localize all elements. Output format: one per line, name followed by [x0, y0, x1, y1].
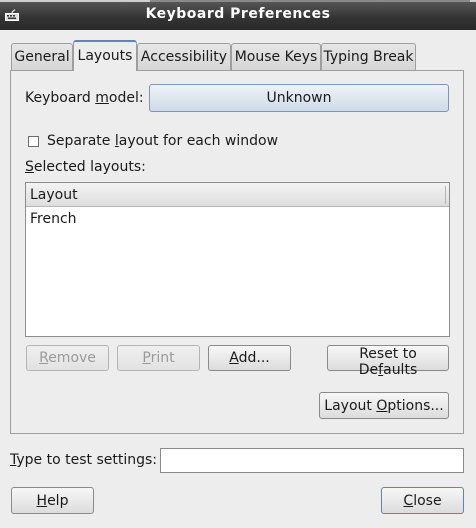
keyboard-model-value: Unknown	[266, 90, 332, 106]
close-button[interactable]: Close	[381, 487, 464, 514]
remove-button[interactable]: Remove	[26, 345, 109, 371]
add-button[interactable]: Add...	[208, 345, 291, 371]
keyboard-model-button[interactable]: Unknown	[149, 84, 449, 112]
keyboard-preferences-window: Keyboard Preferences General Layouts Acc…	[0, 0, 476, 528]
list-item[interactable]: French	[30, 211, 77, 227]
test-settings-label: Type to test settings:	[10, 452, 157, 468]
keyboard-model-label: Keyboard model:	[25, 90, 144, 106]
layouts-content: Keyboard model: Unknown Separate layout …	[0, 0, 476, 528]
test-settings-input[interactable]	[160, 448, 464, 473]
selected-layouts-label: Selected layouts:	[25, 159, 146, 175]
help-button[interactable]: Help	[11, 487, 94, 514]
print-button[interactable]: Print	[117, 345, 200, 371]
separate-layout-checkbox[interactable]	[28, 136, 39, 147]
layout-column-header-label: Layout	[30, 187, 78, 203]
layout-options-button[interactable]: Layout Options...	[319, 392, 449, 419]
layout-column-header[interactable]: Layout	[26, 183, 449, 207]
layouts-list[interactable]: Layout French	[25, 182, 450, 337]
column-header-divider	[445, 186, 446, 204]
separate-layout-label[interactable]: Separate layout for each window	[47, 133, 278, 149]
reset-to-defaults-button[interactable]: Reset to Defaults	[327, 345, 449, 378]
